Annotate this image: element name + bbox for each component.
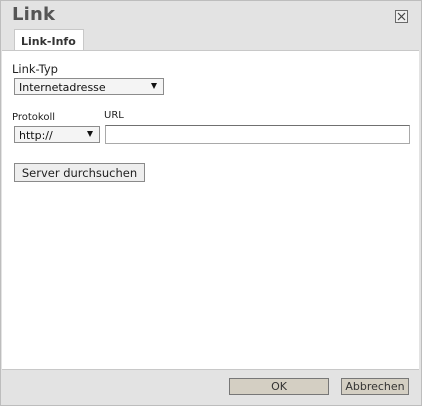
dropdown-arrow-icon [87,131,93,137]
protocol-value: http:// [19,129,53,142]
protocol-select[interactable]: http:// [14,126,100,143]
link-type-value: Internetadresse [19,81,106,94]
dialog-title: Link [12,4,56,25]
protocol-label: Protokoll [12,112,56,123]
browse-server-button[interactable]: Server durchsuchen [14,163,145,182]
tab-link-info[interactable]: Link-Info [14,29,84,51]
link-info-panel: Link-Typ Internetadresse Protokoll URL h… [2,50,419,370]
dropdown-arrow-icon [151,83,157,89]
close-button[interactable] [395,10,408,23]
link-type-select[interactable]: Internetadresse [14,78,164,95]
cancel-button[interactable]: Abbrechen [341,378,409,395]
link-type-label: Link-Typ [12,62,58,76]
ok-button[interactable]: OK [229,378,329,395]
url-input[interactable] [105,125,410,144]
url-label: URL [104,110,124,121]
close-x-icon [397,12,406,21]
link-dialog: Link Link-Info Link-Typ Internetadresse … [0,0,422,406]
tab-bar: Link-Info [14,29,84,51]
